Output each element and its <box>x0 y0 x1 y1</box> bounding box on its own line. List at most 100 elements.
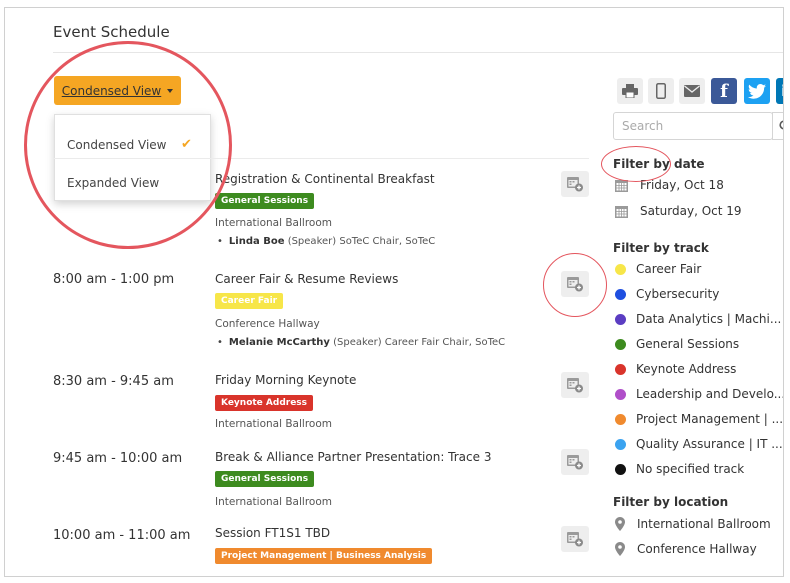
caret-down-icon <box>167 88 174 93</box>
filter-track-label: Quality Assurance | IT ... <box>636 437 783 451</box>
event-location: International Ballroom <box>215 217 332 229</box>
filter-location-label: Conference Hallway <box>637 542 757 556</box>
filter-track-item[interactable]: Leadership and Develo... <box>615 387 784 401</box>
filter-track-item[interactable]: Project Management | ... <box>615 412 783 426</box>
filter-track-item[interactable]: Cybersecurity <box>615 287 719 301</box>
filter-track-item[interactable]: No specified track <box>615 462 744 476</box>
track-color-dot <box>615 388 626 400</box>
calendar-add-icon <box>567 532 583 547</box>
view-toggle-button[interactable]: Condensed View <box>54 76 181 105</box>
track-color-dot <box>615 313 626 325</box>
filter-track-label: Keynote Address <box>636 362 737 376</box>
title-divider <box>53 52 783 53</box>
calendar-icon <box>615 179 628 192</box>
event-title[interactable]: Session FT1S1 TBD <box>215 526 330 540</box>
event-location: International Ballroom <box>215 418 332 430</box>
filter-track-item[interactable]: General Sessions <box>615 337 739 351</box>
filter-location-item[interactable]: Conference Hallway <box>615 542 757 556</box>
event-title[interactable]: Registration & Continental Breakfast <box>215 172 435 186</box>
filter-track-label: Cybersecurity <box>636 287 720 301</box>
calendar-add-icon <box>567 177 583 192</box>
event-speaker: • Melanie McCarthy (Speaker) Career Fair … <box>217 337 506 348</box>
event-time: 10:00 am - 11:00 am <box>53 528 191 543</box>
track-color-dot <box>615 438 626 450</box>
filter-track-item[interactable]: Data Analytics | Machi... <box>615 312 781 326</box>
speaker-role: (Speaker) SoTeC Chair, SoTeC <box>287 236 436 247</box>
speaker-role: (Speaker) Career Fair Chair, SoTeC <box>333 337 506 348</box>
event-location: International Ballroom <box>215 496 332 508</box>
menu-item-expanded-view[interactable]: Expanded View <box>67 176 159 190</box>
email-button[interactable] <box>679 78 705 104</box>
filter-track-item[interactable]: Quality Assurance | IT ... <box>615 437 783 451</box>
filter-track-item[interactable]: Career Fair <box>615 262 701 276</box>
add-to-calendar-button[interactable] <box>561 171 589 197</box>
speaker-name[interactable]: Linda Boe <box>229 236 285 247</box>
filter-location-label: International Ballroom <box>637 517 771 531</box>
event-title[interactable]: Friday Morning Keynote <box>215 373 356 387</box>
map-pin-icon <box>615 517 625 531</box>
list-divider <box>53 158 589 159</box>
track-badge: Career Fair <box>215 293 284 309</box>
twitter-icon <box>748 83 766 99</box>
filter-date-item[interactable]: Saturday, Oct 19 <box>615 204 742 218</box>
search-icon <box>779 120 783 130</box>
add-to-calendar-button[interactable] <box>561 449 589 475</box>
filter-date-label: Saturday, Oct 19 <box>640 204 742 218</box>
page-title: Event Schedule <box>53 23 170 41</box>
filter-date-label: Friday, Oct 18 <box>640 178 724 192</box>
track-color-dot <box>615 288 626 300</box>
check-icon: ✔ <box>181 137 192 152</box>
track-color-dot <box>615 363 626 375</box>
event-time: 9:45 am - 10:00 am <box>53 451 183 466</box>
filter-track-label: Project Management | ... <box>636 412 784 426</box>
filter-by-date-heading: Filter by date <box>613 157 705 171</box>
track-color-dot <box>615 263 626 275</box>
linkedin-share-button[interactable]: in <box>776 78 783 104</box>
map-pin-icon <box>615 542 625 556</box>
track-badge: General Sessions <box>215 193 315 209</box>
mobile-icon <box>656 83 666 99</box>
filter-track-label: Career Fair <box>636 262 702 276</box>
filter-date-item[interactable]: Friday, Oct 18 <box>615 178 724 192</box>
schedule-frame: Event Schedule Condensed View Condensed … <box>4 7 784 577</box>
filter-track-label: Data Analytics | Machi... <box>636 312 782 326</box>
add-to-calendar-button[interactable] <box>561 526 589 552</box>
print-button[interactable] <box>617 78 643 104</box>
filter-track-label: General Sessions <box>636 337 740 351</box>
envelope-icon <box>684 85 700 97</box>
track-color-dot <box>615 463 626 475</box>
calendar-icon <box>615 205 628 218</box>
track-badge: Project Management | Business Analysis <box>215 548 433 564</box>
filter-by-track-heading: Filter by track <box>613 241 709 255</box>
print-icon <box>622 84 638 98</box>
view-toggle-label: Condensed View <box>61 83 162 98</box>
event-location: Conference Hallway <box>215 318 320 330</box>
add-to-calendar-button[interactable] <box>561 372 589 398</box>
event-time: 8:00 am - 1:00 pm <box>53 272 175 287</box>
filter-track-item[interactable]: Keynote Address <box>615 362 736 376</box>
event-title[interactable]: Career Fair & Resume Reviews <box>215 272 398 286</box>
filter-track-label: No specified track <box>636 462 745 476</box>
calendar-add-icon <box>567 378 583 393</box>
filter-track-label: Leadership and Develo... <box>636 387 784 401</box>
speaker-name[interactable]: Melanie McCarthy <box>229 337 330 348</box>
filter-location-item[interactable]: International Ballroom <box>615 517 771 531</box>
mobile-button[interactable] <box>648 78 674 104</box>
calendar-add-icon <box>567 277 583 292</box>
event-title[interactable]: Break & Alliance Partner Presentation: T… <box>215 450 491 464</box>
track-badge: Keynote Address <box>215 395 314 411</box>
track-color-dot <box>615 413 626 425</box>
facebook-share-button[interactable]: f <box>711 78 737 104</box>
menu-item-condensed-view[interactable]: Condensed View <box>67 138 166 152</box>
facebook-icon: f <box>720 80 728 102</box>
search-input[interactable] <box>613 112 773 140</box>
calendar-add-icon <box>567 455 583 470</box>
add-to-calendar-button[interactable] <box>561 271 589 297</box>
track-color-dot <box>615 338 626 350</box>
track-badge: General Sessions <box>215 471 315 487</box>
event-speaker: • Linda Boe (Speaker) SoTeC Chair, SoTeC <box>217 236 436 247</box>
filter-by-location-heading: Filter by location <box>613 495 729 509</box>
event-time: 8:30 am - 9:45 am <box>53 374 174 389</box>
search-button[interactable] <box>772 112 783 140</box>
twitter-share-button[interactable] <box>744 78 770 104</box>
